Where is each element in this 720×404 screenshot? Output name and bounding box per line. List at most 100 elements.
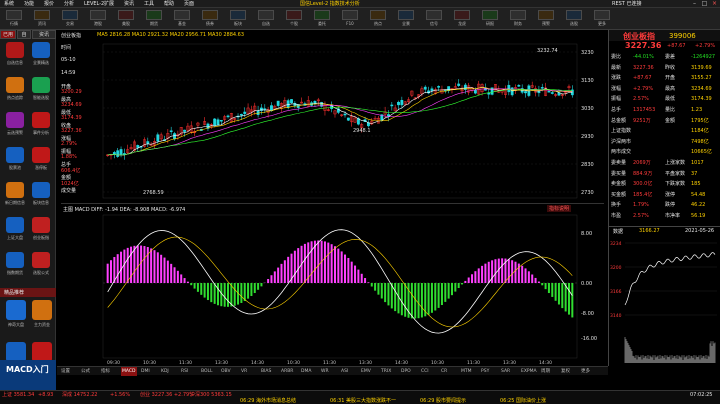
menu-item[interactable]: 功能 bbox=[24, 0, 34, 8]
promo-app-icon[interactable] bbox=[32, 300, 52, 320]
intraday-mini-chart[interactable]: 3234 3200 3166 3140 bbox=[609, 235, 720, 366]
indicator-tab[interactable]: ARBR bbox=[281, 367, 293, 376]
sidebar-app-icon[interactable] bbox=[32, 42, 50, 58]
minimize-icon[interactable]: – bbox=[690, 1, 699, 7]
sidebar-tab[interactable]: 自 bbox=[17, 30, 31, 39]
indicator-tab[interactable]: TRIX bbox=[381, 367, 391, 376]
toolbar-button[interactable] bbox=[454, 10, 470, 20]
quote-value: 7498亿 bbox=[691, 138, 709, 145]
toolbar-button[interactable] bbox=[258, 10, 274, 20]
promo-app-icon[interactable] bbox=[6, 300, 26, 320]
sidebar-app-icon[interactable] bbox=[6, 42, 24, 58]
menu-item[interactable]: 帮助 bbox=[164, 0, 174, 8]
ticker-item[interactable]: 06:31 美股三大指数涨跌不一 bbox=[330, 398, 396, 404]
ticker-item[interactable]: 06:29 股市要闻提示 bbox=[420, 398, 466, 404]
toolbar-button[interactable] bbox=[202, 10, 218, 20]
toolbar-button[interactable] bbox=[90, 10, 106, 20]
menu-item[interactable]: 扩展 bbox=[104, 0, 114, 8]
indicator-tab[interactable]: SAR bbox=[501, 367, 510, 376]
ticker-item[interactable]: 上证 3581.34 bbox=[2, 392, 34, 398]
sidebar-app-icon[interactable] bbox=[6, 252, 24, 268]
sidebar-app-icon[interactable] bbox=[32, 112, 50, 128]
indicator-tab[interactable]: OBV bbox=[221, 367, 231, 376]
indicator-tab[interactable]: EXPMA bbox=[521, 367, 537, 376]
toolbar-button[interactable] bbox=[566, 10, 582, 20]
sidebar-tab[interactable]: 资讯 bbox=[32, 30, 56, 39]
sidebar-app-icon[interactable] bbox=[32, 217, 50, 233]
sidebar-app-icon[interactable] bbox=[6, 77, 24, 93]
toolbar-button[interactable] bbox=[398, 10, 414, 20]
indicator-tab[interactable]: 更多 bbox=[581, 367, 590, 376]
sidebar-app-icon[interactable] bbox=[32, 182, 50, 198]
indicator-tab[interactable]: CR bbox=[441, 367, 447, 376]
indicator-tab[interactable]: MACD bbox=[121, 367, 137, 376]
toolbar-button[interactable] bbox=[538, 10, 554, 20]
indicator-tab[interactable]: VR bbox=[241, 367, 247, 376]
indicator-tab[interactable]: DMI bbox=[141, 367, 150, 376]
menu-item[interactable]: 资讯 bbox=[124, 0, 134, 8]
indicator-tab[interactable]: 公式 bbox=[81, 367, 90, 376]
menu-item[interactable]: 工具 bbox=[144, 0, 154, 8]
indicator-tab[interactable]: ASI bbox=[341, 367, 348, 376]
indicator-tab[interactable]: DMA bbox=[301, 367, 311, 376]
quote-label: 开盘 bbox=[665, 75, 676, 82]
indicator-tab[interactable]: 周期 bbox=[541, 367, 550, 376]
toolbar-button[interactable] bbox=[34, 10, 50, 20]
ticker-item[interactable]: 06:29 海外市场消息总结 bbox=[240, 398, 296, 404]
sidebar-app-icon[interactable] bbox=[6, 217, 24, 233]
toolbar-button[interactable] bbox=[314, 10, 330, 20]
maximize-icon[interactable]: □ bbox=[700, 1, 709, 7]
sidebar-app-icon[interactable] bbox=[6, 182, 24, 198]
indicator-tab[interactable]: MTM bbox=[461, 367, 472, 376]
indicator-tab[interactable]: DPO bbox=[401, 367, 411, 376]
indicator-tab[interactable]: 设置 bbox=[61, 367, 70, 376]
indicator-tab[interactable]: BOLL bbox=[201, 367, 213, 376]
indicator-tab[interactable]: WR bbox=[321, 367, 329, 376]
toolbar-button[interactable] bbox=[370, 10, 386, 20]
quote-value: 3174.39 bbox=[691, 96, 712, 103]
sidebar-app-icon[interactable] bbox=[6, 147, 24, 163]
toolbar-button[interactable] bbox=[594, 10, 610, 20]
indicator-tab[interactable]: 指标 bbox=[101, 367, 110, 376]
sidebar-app-icon[interactable] bbox=[32, 147, 50, 163]
ticker-item[interactable]: 07:02:25 bbox=[690, 392, 712, 398]
indicator-tab[interactable]: BIAS bbox=[261, 367, 271, 376]
indicator-tab[interactable]: KDJ bbox=[161, 367, 169, 376]
toolbar-button[interactable] bbox=[6, 10, 22, 20]
chart-area[interactable]: 创业板指 MA5 2816.28 MA10 2921.32 MA20 2956.… bbox=[57, 30, 608, 366]
indicator-tab[interactable]: CCI bbox=[421, 367, 429, 376]
toolbar-button[interactable] bbox=[426, 10, 442, 20]
indicator-tab[interactable]: RSI bbox=[181, 367, 188, 376]
sidebar-app-icon[interactable] bbox=[6, 112, 24, 128]
ticker-item[interactable]: +1.56% bbox=[110, 392, 130, 398]
sidebar-app-icon[interactable] bbox=[32, 77, 50, 93]
toolbar-button[interactable] bbox=[62, 10, 78, 20]
promo-app-icon[interactable] bbox=[6, 342, 26, 362]
ticker-item[interactable]: +8.93 bbox=[38, 392, 53, 398]
menu-item[interactable]: LEVEL-2 bbox=[84, 0, 104, 8]
indicator-tab[interactable]: PSY bbox=[481, 367, 489, 376]
ticker-item[interactable]: 沪深300 5363.15 bbox=[190, 392, 232, 398]
menu-item[interactable]: 报价 bbox=[44, 0, 54, 8]
toolbar-button[interactable] bbox=[482, 10, 498, 20]
promo-app-icon[interactable] bbox=[32, 342, 52, 362]
sidebar-tab[interactable]: 已用 bbox=[0, 30, 16, 39]
toolbar-button[interactable] bbox=[174, 10, 190, 20]
close-icon[interactable]: × bbox=[710, 1, 719, 7]
toolbar-button[interactable] bbox=[286, 10, 302, 20]
menu-item[interactable]: 分析 bbox=[64, 0, 74, 8]
ticker-item[interactable]: 深成 14752.22 bbox=[62, 392, 97, 398]
toolbar-button[interactable] bbox=[146, 10, 162, 20]
indicator-tab[interactable]: EMV bbox=[361, 367, 371, 376]
indicator-tab[interactable]: 复权 bbox=[561, 367, 570, 376]
ticker-item[interactable]: 06:25 国际油价上涨 bbox=[500, 398, 546, 404]
toolbar-button[interactable] bbox=[510, 10, 526, 20]
toolbar-button[interactable] bbox=[118, 10, 134, 20]
toolbar-button[interactable] bbox=[230, 10, 246, 20]
menu-item[interactable]: 页面 bbox=[184, 0, 194, 8]
toolbar-button[interactable] bbox=[342, 10, 358, 20]
sidebar-app-icon[interactable] bbox=[32, 252, 50, 268]
ticker-item[interactable]: 创业 3227.36 +2.79% bbox=[140, 392, 194, 398]
macd-intro-banner[interactable]: MACD入门 bbox=[0, 360, 56, 390]
menu-item[interactable]: 系统 bbox=[4, 0, 14, 8]
